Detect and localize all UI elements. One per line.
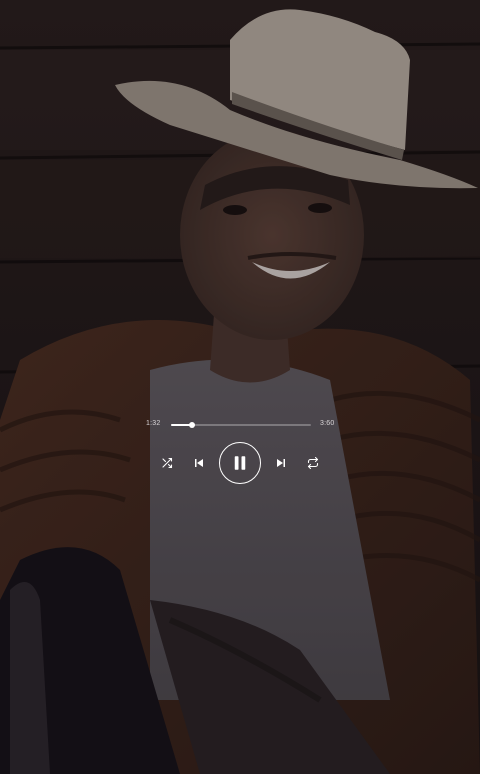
elapsed-time: 1:32 <box>146 420 161 427</box>
seek-bar-thumb[interactable] <box>189 422 195 428</box>
skip-next-icon <box>277 459 285 467</box>
seek-bar[interactable] <box>171 422 311 428</box>
repeat-button[interactable] <box>305 455 321 471</box>
dim-overlay <box>0 0 480 774</box>
repeat-icon <box>307 457 319 469</box>
skip-previous-icon <box>195 459 203 467</box>
shuffle-button[interactable] <box>159 455 175 471</box>
shuffle-icon <box>162 457 173 469</box>
playback-controls: 1:32 3:60 <box>0 408 480 488</box>
pause-icon <box>234 456 246 470</box>
next-button[interactable] <box>273 455 289 471</box>
play-pause-button[interactable] <box>219 442 261 484</box>
previous-button[interactable] <box>191 455 207 471</box>
total-time: 3:60 <box>320 420 335 427</box>
player-screen: 1:32 3:60 <box>0 0 480 774</box>
